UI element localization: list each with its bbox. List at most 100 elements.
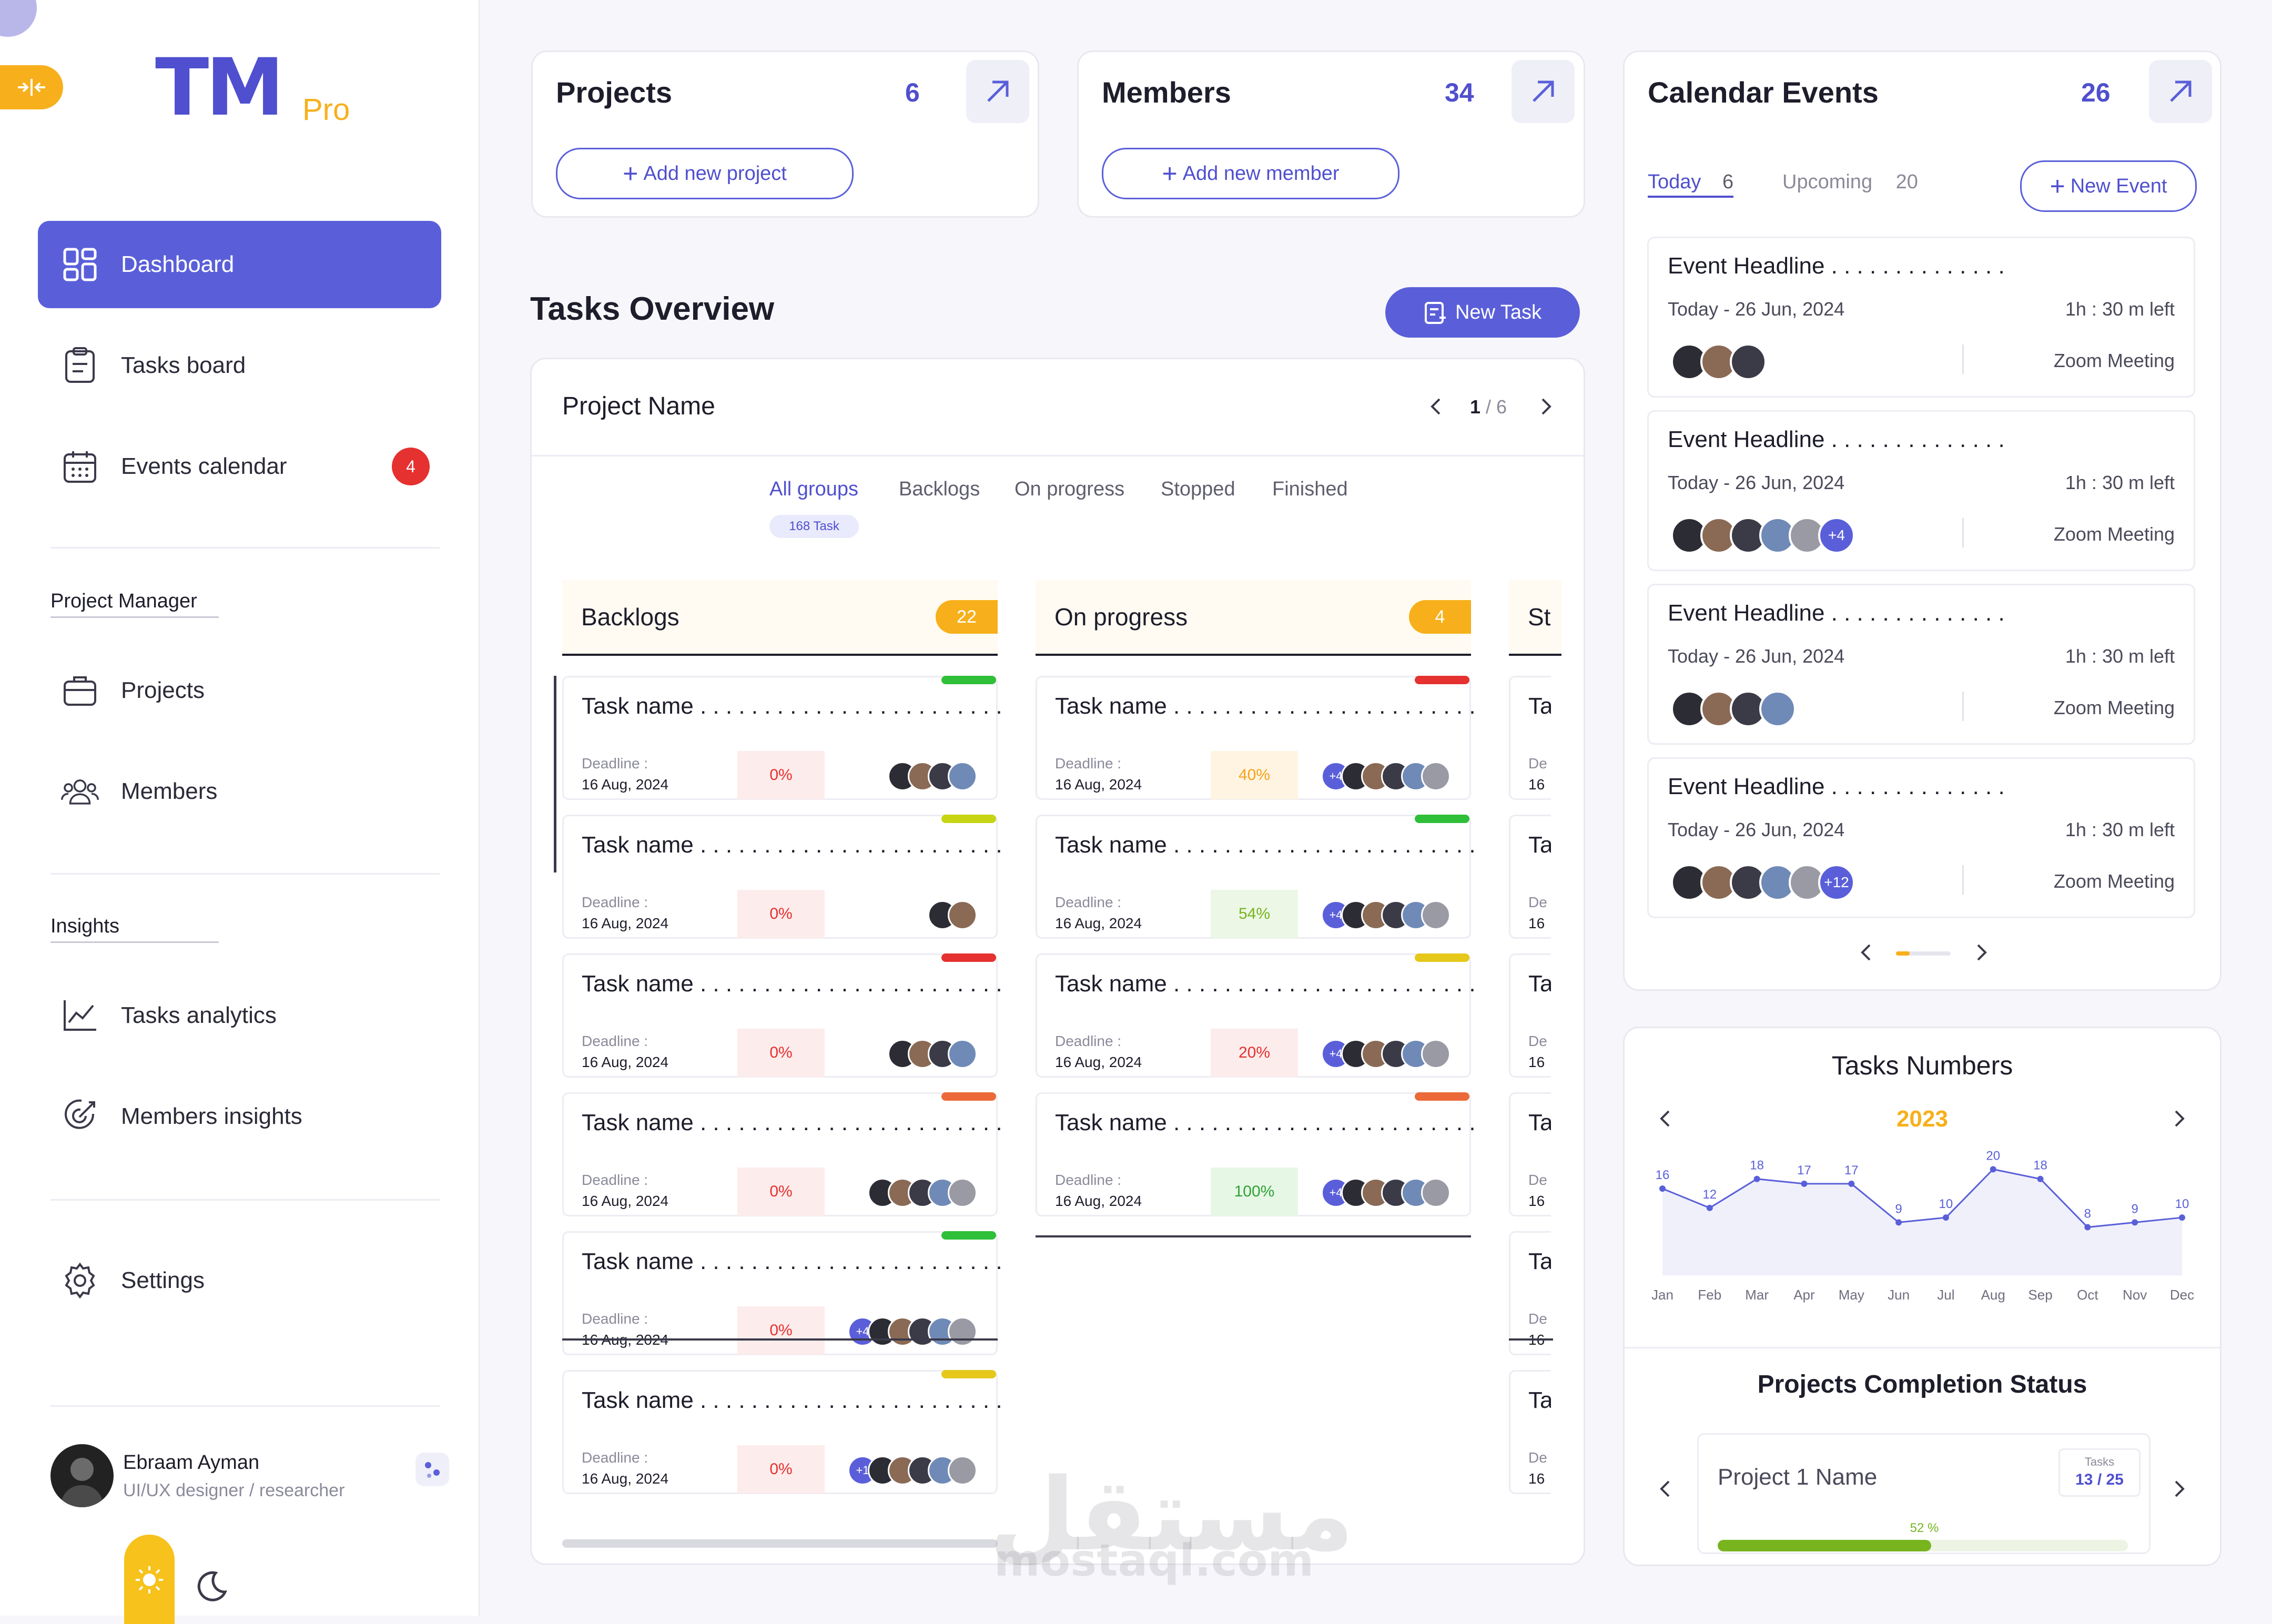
new-task-button[interactable]: New Task (1385, 287, 1580, 338)
task-name: Task name . . . . . . . . . . . . . . . … (1055, 693, 1476, 719)
tab-count: 20 (1895, 171, 1918, 193)
tab-stopped[interactable]: Stopped (1161, 478, 1235, 501)
divider (50, 1405, 440, 1407)
tab-on-progress[interactable]: On progress (1015, 478, 1124, 501)
nav-label: Settings (121, 1267, 205, 1293)
x-tick-label: Nov (2123, 1287, 2147, 1303)
task-card-clipped[interactable]: Ta De 16 (1509, 815, 1551, 939)
task-card[interactable]: Task name . . . . . . . . . . . . . . . … (562, 1092, 1002, 1216)
card-title: Calendar Events (1648, 76, 1879, 109)
profile-menu-button[interactable] (415, 1453, 449, 1486)
next-project-completion-button[interactable] (2168, 1478, 2189, 1499)
avatar[interactable] (50, 1444, 114, 1507)
task-name: Ta (1528, 971, 1551, 997)
tab-all-groups[interactable]: All groups (769, 478, 858, 501)
task-card[interactable]: Task name . . . . . . . . . . . . . . . … (562, 815, 1002, 939)
add-project-button[interactable]: + Add new project (556, 148, 854, 199)
task-card[interactable]: Task name . . . . . . . . . . . . . . . … (562, 676, 1002, 800)
line-chart-icon (61, 997, 99, 1034)
task-card-clipped[interactable]: Ta De 16 (1509, 676, 1551, 800)
task-name: Ta (1528, 1249, 1551, 1274)
tasks-line-chart: 16 Jan 12 Feb 18 Mar 17 Apr 17 May 9 Jun 10 Jul 20 Aug 1… (1651, 1149, 2194, 1303)
nav-dashboard[interactable]: Dashboard (38, 221, 441, 308)
app-logo-pro: Pro (302, 93, 350, 127)
task-card[interactable]: Task name . . . . . . . . . . . . . . . … (1036, 1092, 1476, 1216)
new-event-button[interactable]: + New Event (2020, 160, 2197, 212)
event-card[interactable]: Event Headline . . . . . . . . . . . . .… (1647, 410, 2195, 571)
task-card[interactable]: Task name . . . . . . . . . . . . . . . … (562, 953, 1002, 1078)
task-name: Task name . . . . . . . . . . . . . . . … (582, 693, 1002, 719)
light-mode-toggle[interactable] (124, 1535, 175, 1624)
nav-tasks-board[interactable]: Tasks board (38, 322, 441, 409)
nav-members-insights[interactable]: Members insights (38, 1073, 441, 1160)
sun-icon (136, 1566, 163, 1593)
tab-finished[interactable]: Finished (1272, 478, 1348, 501)
dark-mode-toggle[interactable] (189, 1565, 231, 1607)
task-card-clipped[interactable]: Ta De 16 (1509, 1370, 1551, 1494)
member-avatar (948, 1178, 977, 1207)
deadline-label: Deadline : (1055, 894, 1122, 910)
deadline-value: 16 Aug, 2024 (1055, 915, 1142, 931)
prev-project-completion-button[interactable] (1655, 1478, 1676, 1499)
next-year-button[interactable] (2168, 1108, 2189, 1129)
open-calendar-button[interactable] (2149, 60, 2212, 123)
nav-members[interactable]: Members (38, 748, 441, 835)
open-projects-button[interactable] (966, 60, 1029, 123)
plus-icon: + (623, 159, 638, 188)
tab-label: Today (1648, 171, 1701, 193)
chevron-right-icon (2175, 1480, 2185, 1497)
task-card[interactable]: Task name . . . . . . . . . . . . . . . … (1036, 953, 1476, 1078)
card-title: Projects (556, 76, 672, 109)
task-card[interactable]: Task name . . . . . . . . . . . . . . . … (1036, 815, 1476, 939)
task-card[interactable]: Task name . . . . . . . . . . . . . . . … (562, 1370, 1002, 1494)
deadline-value: 16 (1528, 1054, 1545, 1070)
tab-label: Upcoming (1782, 171, 1873, 193)
tasks-count-box: Tasks 13 / 25 (2058, 1448, 2141, 1497)
prev-events-button[interactable] (1856, 942, 1877, 963)
column-end-line (1509, 1338, 1553, 1341)
next-project-button[interactable] (1535, 396, 1556, 417)
event-card[interactable]: Event Headline . . . . . . . . . . . . .… (1647, 584, 2195, 745)
event-card[interactable]: Event Headline . . . . . . . . . . . . .… (1647, 237, 2195, 398)
task-card-clipped[interactable]: Ta De 16 (1509, 1092, 1551, 1216)
event-date: Today - 26 Jun, 2024 (1668, 645, 1845, 667)
tasks-overview-panel: Project Name 1 / 6 All groups 168 Task B… (530, 358, 1585, 1565)
gear-icon (61, 1262, 99, 1300)
tab-upcoming[interactable]: Upcoming 20 (1782, 171, 1918, 194)
deadline-value: 16 (1528, 776, 1545, 793)
x-tick-label: Feb (1698, 1287, 1721, 1303)
task-card[interactable]: Task name . . . . . . . . . . . . . . . … (1036, 676, 1476, 800)
next-events-button[interactable] (1971, 942, 1992, 963)
x-tick-label: Jan (1651, 1287, 1673, 1303)
task-members: +4 (1321, 762, 1451, 791)
deadline-label: De (1528, 1172, 1547, 1188)
tab-backlogs[interactable]: Backlogs (899, 478, 980, 501)
collapse-sidebar-button[interactable] (0, 65, 63, 109)
data-label: 8 (2084, 1207, 2091, 1221)
nav-tasks-analytics[interactable]: Tasks analytics (38, 972, 441, 1059)
data-label: 18 (1750, 1159, 1764, 1173)
task-name: Ta (1528, 1110, 1551, 1135)
tab-today[interactable]: Today 6 (1648, 171, 1734, 198)
event-attendees (1671, 691, 1796, 727)
add-member-button[interactable]: + Add new member (1102, 148, 1399, 199)
year-label: 2023 (1896, 1106, 1948, 1132)
event-card[interactable]: Event Headline . . . . . . . . . . . . .… (1647, 757, 2195, 918)
task-card[interactable]: Task name . . . . . . . . . . . . . . . … (562, 1231, 1002, 1355)
open-members-button[interactable] (1512, 60, 1575, 123)
task-progress: 54% (1211, 890, 1298, 938)
chart-point (1706, 1204, 1713, 1211)
arrow-up-right-icon (987, 80, 1009, 102)
task-members: +4 (848, 1317, 977, 1346)
horizontal-scrollbar[interactable] (562, 1539, 998, 1548)
task-card-clipped[interactable]: Ta De 16 (1509, 1231, 1551, 1355)
chart-point (2179, 1214, 2185, 1221)
nav-projects[interactable]: Projects (38, 647, 441, 734)
nav-events-calendar[interactable]: Events calendar 4 (38, 423, 441, 510)
carousel-indicator (1896, 951, 1951, 956)
nav-settings[interactable]: Settings (38, 1237, 441, 1324)
task-card-clipped[interactable]: Ta De 16 (1509, 953, 1551, 1078)
project-completion-item: Project 1 Name Tasks 13 / 25 52 % (1697, 1433, 2151, 1554)
prev-project-button[interactable] (1426, 396, 1447, 417)
task-members (888, 1039, 977, 1069)
